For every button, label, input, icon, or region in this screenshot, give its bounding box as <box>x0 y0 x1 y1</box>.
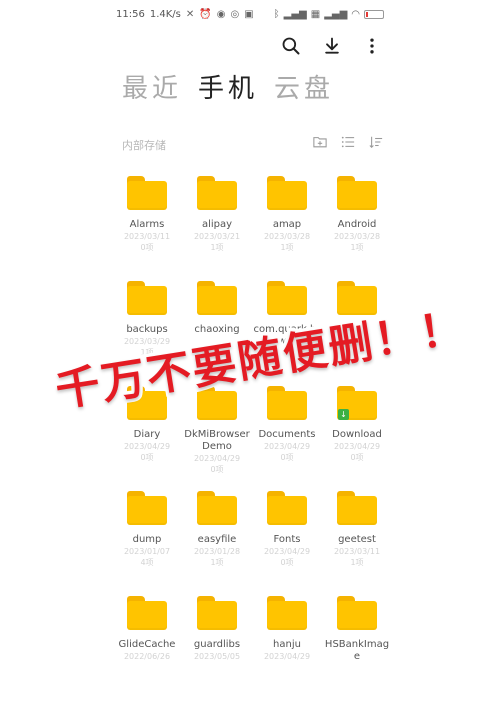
folder-name: hanju <box>273 639 301 650</box>
folder-icon <box>197 596 237 630</box>
folder-item[interactable]: Android 2023/03/28 1项 <box>322 176 392 281</box>
folder-icon <box>337 491 377 525</box>
folder-count: 1项 <box>210 243 224 252</box>
folder-name: DkMiBrowserDemo <box>184 429 250 452</box>
folder-item[interactable]: guardlibs 2023/05/05 <box>182 596 252 701</box>
folder-icon <box>267 596 307 630</box>
folder-item[interactable]: geetest 2023/03/11 1项 <box>322 491 392 596</box>
storage-tools <box>312 134 384 150</box>
alarm-icon: ⏰ <box>199 9 212 20</box>
tab-recent[interactable]: 最近 <box>122 68 182 105</box>
folder-date: 2023/03/11 <box>123 232 171 241</box>
download-icon[interactable] <box>320 34 344 58</box>
app-notification-icon: ▣ <box>244 9 254 20</box>
folder-name: Documents <box>258 429 316 440</box>
app-notification-icon: ◎ <box>230 9 240 20</box>
sort-icon[interactable] <box>368 134 384 150</box>
folder-name: Android <box>337 219 377 230</box>
folder-item[interactable]: ↓ Download 2023/04/29 0项 <box>322 386 392 491</box>
signal-icon: ▂▄▆ <box>324 9 348 20</box>
folder-count: 0项 <box>280 558 294 567</box>
folder-date: 2023/03/11 <box>333 547 381 556</box>
bluetooth-icon: ᛒ <box>273 9 280 20</box>
folder-count: 0项 <box>350 453 364 462</box>
folder-item[interactable]: hanju 2023/04/29 <box>252 596 322 701</box>
app-notification-icon: ◉ <box>216 9 226 20</box>
download-badge-icon: ↓ <box>338 409 349 420</box>
storage-label: 内部存储 <box>122 139 166 152</box>
status-time: 11:56 <box>116 9 145 20</box>
folder-date: 2023/04/29 <box>193 454 241 463</box>
folder-count: 4项 <box>140 558 154 567</box>
folder-icon <box>127 176 167 210</box>
folder-icon <box>337 176 377 210</box>
folder-name: easyfile <box>197 534 237 545</box>
folder-item[interactable]: Fonts 2023/04/29 0项 <box>252 491 322 596</box>
folder-name: Download <box>332 429 382 440</box>
folder-name: amap <box>272 219 302 230</box>
folder-item[interactable]: Alarms 2023/03/11 0项 <box>112 176 182 281</box>
more-vertical-icon[interactable] <box>360 34 384 58</box>
folder-date: 2023/05/05 <box>193 652 241 661</box>
status-bar: 11:56 1.4K/s ✕ ⏰ ◉ ◎ ▣ ᛒ ▂▄▆ ▦ ▂▄▆ ◠ <box>0 7 500 25</box>
folder-item[interactable]: HSBankImage <box>322 596 392 701</box>
folder-item[interactable]: dump 2023/01/07 4项 <box>112 491 182 596</box>
tab-phone[interactable]: 手机 <box>198 68 258 105</box>
folder-count: 1项 <box>210 558 224 567</box>
folder-date: 2022/06/26 <box>123 652 171 661</box>
folder-name: Alarms <box>129 219 165 230</box>
folder-icon <box>127 281 167 315</box>
folder-date: 2023/01/28 <box>193 547 241 556</box>
folder-date: 2023/04/29 <box>263 442 311 451</box>
folder-item[interactable]: easyfile 2023/01/28 1项 <box>182 491 252 596</box>
folder-date: 2023/04/29 <box>333 442 381 451</box>
new-folder-icon[interactable] <box>312 134 328 150</box>
folder-count: 1项 <box>280 243 294 252</box>
list-view-icon[interactable] <box>340 134 356 150</box>
folder-icon <box>197 491 237 525</box>
folder-count: 0项 <box>210 465 224 474</box>
wifi-icon: ◠ <box>351 9 360 20</box>
hd-icon: ▦ <box>310 9 321 20</box>
folder-icon <box>337 596 377 630</box>
folder-count: 0项 <box>280 453 294 462</box>
network-speed: 1.4K/s <box>149 9 181 20</box>
folder-item[interactable]: alipay 2023/03/21 1项 <box>182 176 252 281</box>
folder-name: HSBankImage <box>324 639 390 662</box>
folder-icon <box>127 491 167 525</box>
folder-date: 2023/01/07 <box>123 547 171 556</box>
tab-bar: 最近 手机 云盘 <box>122 68 334 105</box>
folder-date: 2023/04/29 <box>263 547 311 556</box>
folder-date: 2023/03/28 <box>333 232 381 241</box>
search-icon[interactable] <box>279 34 303 58</box>
folder-name: guardlibs <box>193 639 241 650</box>
folder-item[interactable]: amap 2023/03/28 1项 <box>252 176 322 281</box>
mute-icon: ✕ <box>185 9 195 20</box>
folder-icon <box>267 176 307 210</box>
folder-item[interactable]: GlideCache 2022/06/26 <box>112 596 182 701</box>
folder-date: 2023/04/29 <box>123 442 171 451</box>
folder-name: GlideCache <box>118 639 176 650</box>
folder-name: dump <box>132 534 162 545</box>
folder-date: 2023/03/28 <box>263 232 311 241</box>
folder-count: 1项 <box>350 243 364 252</box>
battery-icon <box>364 10 384 19</box>
folder-count: 1项 <box>350 558 364 567</box>
folder-icon <box>127 596 167 630</box>
folder-name: alipay <box>201 219 233 230</box>
signal-icon: ▂▄▆ <box>283 9 307 20</box>
folder-grid: Alarms 2023/03/11 0项 alipay 2023/03/21 1项 amap… <box>112 176 392 701</box>
folder-icon <box>267 491 307 525</box>
folder-date: 2023/03/21 <box>193 232 241 241</box>
folder-date: 2023/04/29 <box>263 652 311 661</box>
folder-count: 0项 <box>140 453 154 462</box>
folder-name: Fonts <box>273 534 301 545</box>
folder-icon <box>197 176 237 210</box>
action-bar <box>0 34 500 58</box>
folder-name: geetest <box>338 534 376 545</box>
tab-cloud[interactable]: 云盘 <box>274 68 334 105</box>
folder-count: 0项 <box>140 243 154 252</box>
